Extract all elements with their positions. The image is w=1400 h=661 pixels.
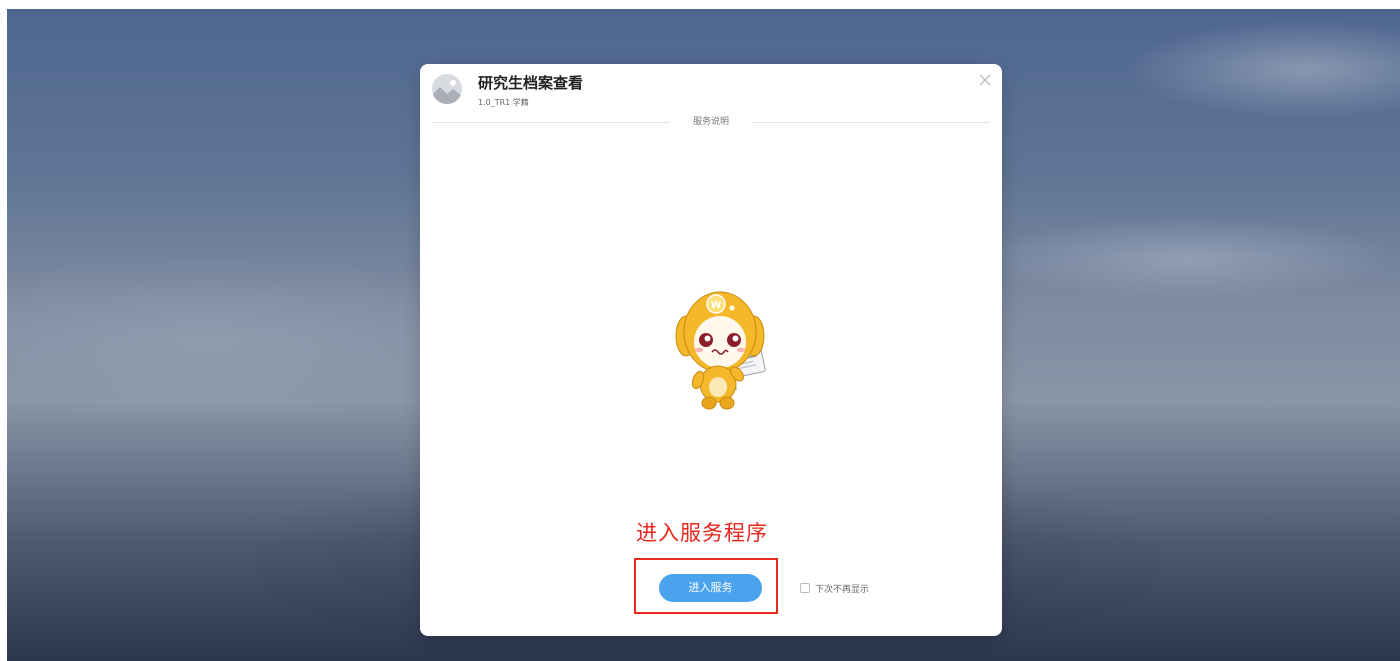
- divider-line-right: [752, 122, 990, 123]
- dont-show-again-toggle[interactable]: 下次不再显示: [800, 581, 869, 595]
- dont-show-again-checkbox[interactable]: [800, 583, 810, 593]
- app-version: 1.0_TR1 学籍: [478, 98, 529, 107]
- app-logo-icon: [432, 74, 462, 104]
- section-label: 服务说明: [692, 117, 729, 127]
- service-dialog: 研究生档案查看 1.0_TR1 学籍 服务说明 W 进入服务程序 进入服务 下次…: [420, 64, 1002, 636]
- app-title: 研究生档案查看: [478, 74, 584, 92]
- annotation-label: 进入服务程序: [636, 521, 768, 545]
- dont-show-again-label: 下次不再显示: [815, 584, 870, 595]
- mascot-illustration: W: [660, 284, 780, 414]
- desktop-background: 研究生档案查看 1.0_TR1 学籍 服务说明 W 进入服务程序 进入服务 下次…: [7, 9, 1400, 661]
- close-icon[interactable]: [977, 72, 993, 88]
- divider-line-left: [432, 122, 670, 123]
- section-divider: 服务说明: [432, 115, 990, 129]
- enter-service-button[interactable]: 进入服务: [659, 574, 762, 602]
- svg-text:W: W: [710, 300, 721, 311]
